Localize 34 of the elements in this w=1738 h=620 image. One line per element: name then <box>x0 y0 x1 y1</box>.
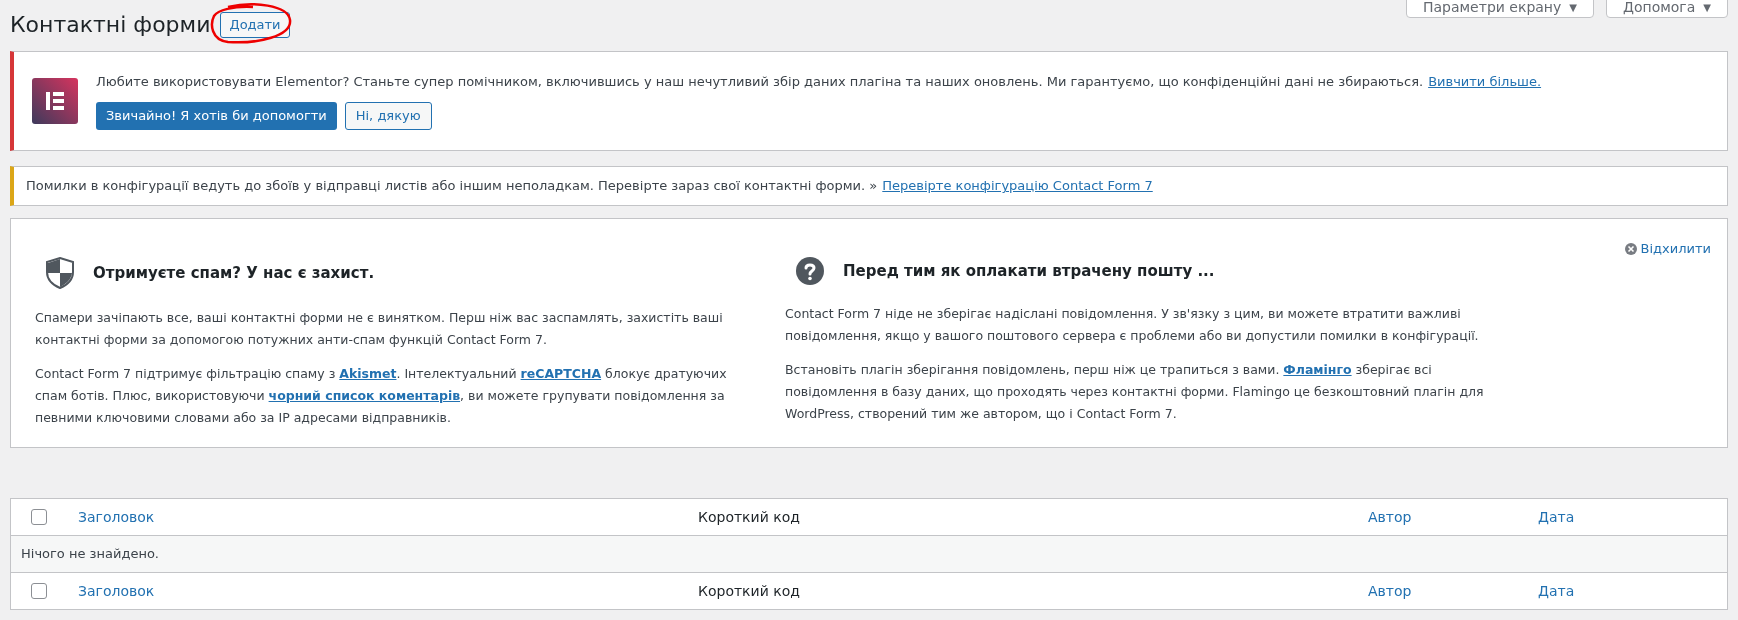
column-header: Короткий код <box>698 583 800 599</box>
panel-paragraph: Спамери зачіпають все, ваші контактні форми не є винятком. Перш ніж вас заспамлять, захистіть ваші контактні форми за допомогою потужних анти-спам функцій Contact Form 7. <box>35 309 724 349</box>
panel-paragraph: Contact Form 7 підтримує фільтрацію спаму з Akismet. Інтелектуальний reCAPTCHA блокує дратуючих спам ботів. Плюс, використовуючи чорний список коментарів, ви можете групувати повідомлення за певними ключовими словами або за IP адресами відправників. <box>35 365 728 427</box>
select-all-checkbox[interactable] <box>31 509 47 525</box>
learn-more-link[interactable]: Вивчити більше. <box>1428 72 1542 92</box>
dismiss-icon <box>1624 242 1637 255</box>
panel-paragraph: Contact Form 7 ніде не зберігає надіслані повідомлення. У зв'язку з цим, ви можете втратити важливі повідомлення, якщо у вашого поштового сервера є проблеми або ви допустили помилки в конфігурації. <box>785 305 1480 345</box>
column-header: Короткий код <box>698 509 800 525</box>
panel-paragraph: Встановіть плагін зберігання повідомлень, перш ніж це трапиться з вами. Фламінго зберігає всі повідомлення в базу даних, що проходять через контактні форми. Flamingo це безкоштовний плагін для WordPress, створений тим же автором, що і Contact Form 7. <box>785 361 1485 423</box>
empty-message: Нічого не знайдено. <box>21 545 159 564</box>
elementor-logo-icon <box>32 78 78 124</box>
column-sort-link[interactable]: Заголовок <box>78 509 155 525</box>
inline-link[interactable]: Фламінго <box>1283 362 1352 377</box>
column-sort-link[interactable]: Дата <box>1538 509 1575 525</box>
warning-text: Помилки в конфігурації ведуть до збоїв у відправці листів або іншим неполадкам. Перевірте зараз свої контактні форми. » <box>26 177 878 196</box>
column-sort-link[interactable]: Дата <box>1538 583 1575 599</box>
check-config-link[interactable]: Перевірте конфігурацію Contact Form 7 <box>882 176 1153 196</box>
screen-tab-button[interactable]: Параметри екрану ▼ <box>1406 0 1594 18</box>
question-icon <box>796 257 824 285</box>
panel-heading: Отримуєте спам? У нас є захист. <box>93 262 375 284</box>
page-title: Контактні форми <box>10 11 211 39</box>
column-sort-link[interactable]: Автор <box>1368 509 1412 525</box>
inline-link[interactable]: reCAPTCHA <box>520 366 602 381</box>
screen-tab-button[interactable]: Допомога ▼ <box>1606 0 1728 18</box>
column-sort-link[interactable]: Заголовок <box>78 583 155 599</box>
shield-icon <box>46 257 74 289</box>
add-new-button[interactable]: Додати <box>220 11 290 38</box>
panel-heading: Перед тим як оплакати втрачену пошту ... <box>843 260 1215 282</box>
dismiss-link[interactable]: Відхилити <box>1624 239 1711 259</box>
select-all-checkbox[interactable] <box>31 583 47 599</box>
notice-text: Любите використовувати Elementor? Станьте супер помічником, включившись у наш нечутливий збір даних плагіна та наших оновлень. Ми гарантуємо, що конфіденційні дані не збираються. <box>96 73 1424 92</box>
column-sort-link[interactable]: Автор <box>1368 583 1412 599</box>
help-button[interactable]: Звичайно! Я хотів би допомогти <box>96 101 337 130</box>
decline-button[interactable]: Ні, дякую <box>344 101 432 130</box>
